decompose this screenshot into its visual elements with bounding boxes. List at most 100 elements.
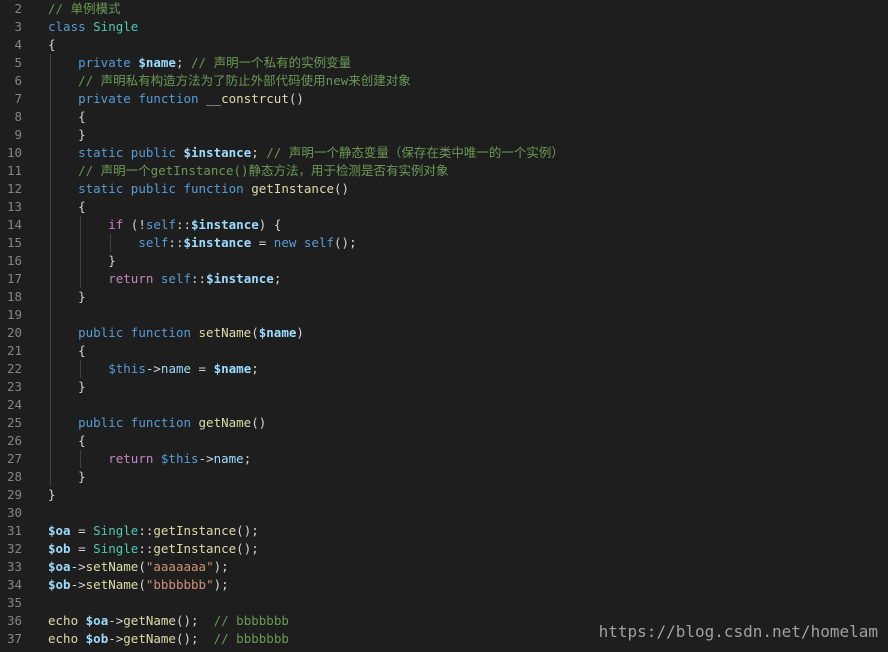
code-text: { xyxy=(48,342,86,360)
code-line[interactable]: 17 return self::$instance; xyxy=(0,270,888,288)
line-number: 33 xyxy=(6,559,22,574)
code-line[interactable]: 24 xyxy=(0,396,888,414)
code-text: $ob->setName("bbbbbbb"); xyxy=(48,576,229,594)
code-line[interactable]: 3 class Single xyxy=(0,18,888,36)
line-number: 5 xyxy=(14,55,22,70)
code-line[interactable]: 29} xyxy=(0,486,888,504)
code-token: ); xyxy=(213,577,229,592)
line-number: 28 xyxy=(6,469,22,484)
code-line[interactable]: 25 public function getName() xyxy=(0,414,888,432)
code-token: $oa xyxy=(48,523,71,538)
code-token: ( xyxy=(138,577,146,592)
code-token: __constrcut xyxy=(206,91,289,106)
code-token: $instance xyxy=(183,145,252,160)
code-line[interactable]: 33 $oa->setName("aaaaaaa"); xyxy=(0,558,888,576)
code-line[interactable]: 36 echo $oa->getName(); // bbbbbbb xyxy=(0,612,888,630)
code-line[interactable]: 5 private $name; // 声明一个私有的实例变量 xyxy=(0,54,888,72)
code-line[interactable]: 4{ xyxy=(0,36,888,54)
code-line[interactable]: 26 { xyxy=(0,432,888,450)
code-token: $ob xyxy=(48,577,71,592)
code-token: $instance xyxy=(206,271,274,286)
code-line[interactable]: 14 if (!self::$instance) { xyxy=(0,216,888,234)
code-text: } xyxy=(48,468,86,486)
code-token: } xyxy=(48,487,56,502)
code-line[interactable]: 37 echo $ob->getName(); // bbbbbbb xyxy=(0,630,888,648)
code-text: { xyxy=(48,36,56,54)
code-token: = xyxy=(70,541,94,556)
code-token: :: xyxy=(191,271,207,286)
code-line[interactable]: 30 xyxy=(0,504,888,522)
code-text: return $this->name; xyxy=(48,450,251,468)
code-token: $ob xyxy=(85,631,109,646)
code-line[interactable]: 16 } xyxy=(0,252,888,270)
code-line[interactable]: 34 $ob->setName("bbbbbbb"); xyxy=(0,576,888,594)
code-token: Single xyxy=(93,523,139,538)
code-text: $ob = Single::getInstance(); xyxy=(48,540,259,558)
code-token: :: xyxy=(168,235,184,250)
code-token: -> xyxy=(70,577,86,592)
code-token: self xyxy=(145,217,176,232)
code-token: { xyxy=(48,433,86,448)
code-token: = xyxy=(70,523,94,538)
code-token: $instance xyxy=(183,235,252,250)
code-token: $ob xyxy=(48,541,71,556)
code-token: name xyxy=(213,451,244,466)
code-token: -> xyxy=(108,613,124,628)
code-text: // 声明一个getInstance()静态方法，用于检测是否有实例对象 xyxy=(48,162,448,180)
code-token: -> xyxy=(70,559,86,574)
code-text: private function __constrcut() xyxy=(48,90,304,108)
line-number: 14 xyxy=(6,217,22,232)
code-token: (); xyxy=(236,541,259,556)
code-line[interactable]: 20 public function setName($name) xyxy=(0,324,888,342)
code-line[interactable]: 28 } xyxy=(0,468,888,486)
code-token: public xyxy=(78,415,131,430)
code-line[interactable]: 32 $ob = Single::getInstance(); xyxy=(0,540,888,558)
code-line[interactable]: 18 } xyxy=(0,288,888,306)
code-token: $this xyxy=(160,451,199,466)
code-line[interactable]: 35 xyxy=(0,594,888,612)
code-line[interactable]: 31 $oa = Single::getInstance(); xyxy=(0,522,888,540)
code-token: $name xyxy=(213,361,252,376)
code-token: class xyxy=(48,19,94,34)
code-text: return self::$instance; xyxy=(48,270,281,288)
code-text: public function setName($name) xyxy=(48,324,304,342)
code-line[interactable]: 8 { xyxy=(0,108,888,126)
code-line[interactable]: 27 return $this->name; xyxy=(0,450,888,468)
code-line[interactable]: 9 } xyxy=(0,126,888,144)
code-text: } xyxy=(48,288,86,306)
code-token: self xyxy=(303,235,335,250)
code-token: setName xyxy=(85,559,139,574)
code-line[interactable]: 22 $this->name = $name; xyxy=(0,360,888,378)
code-line[interactable]: 6 // 声明私有构造方法为了防止外部代码使用new来创建对象 xyxy=(0,72,888,90)
code-token: ; xyxy=(251,361,259,376)
code-line[interactable]: 15 self::$instance = new self(); xyxy=(0,234,888,252)
code-token: :: xyxy=(138,541,154,556)
code-token: { xyxy=(48,343,86,358)
code-text: self::$instance = new self(); xyxy=(48,234,357,252)
code-token: // 单例模式 xyxy=(48,1,121,16)
line-number: 7 xyxy=(14,91,22,106)
code-text: { xyxy=(48,198,86,216)
line-number: 18 xyxy=(6,289,22,304)
code-line[interactable]: 12 static public function getInstance() xyxy=(0,180,888,198)
code-line[interactable]: 11 // 声明一个getInstance()静态方法，用于检测是否有实例对象 xyxy=(0,162,888,180)
line-number: 35 xyxy=(6,595,22,610)
code-line[interactable]: 19 xyxy=(0,306,888,324)
code-token: // 声明一个私有的实例变量 xyxy=(191,55,352,70)
code-line[interactable]: 23 } xyxy=(0,378,888,396)
code-line[interactable]: 21 { xyxy=(0,342,888,360)
line-number: 9 xyxy=(14,127,22,142)
line-number: 31 xyxy=(6,523,22,538)
code-editor[interactable]: https://blog.csdn.net/homelam 2// 单例模式 3 c… xyxy=(0,0,888,652)
code-token: return xyxy=(108,451,161,466)
code-token: (); xyxy=(334,235,357,250)
code-line[interactable]: 2 // 单例模式 xyxy=(0,0,888,18)
code-line[interactable]: 7 private function __constrcut() xyxy=(0,90,888,108)
code-text: // 单例模式 xyxy=(48,0,121,18)
code-text: class Single xyxy=(48,18,138,36)
line-number: 19 xyxy=(6,307,22,322)
code-line[interactable]: 13 { xyxy=(0,198,888,216)
code-line[interactable]: 10 static public $instance; // 声明一个静态变量（… xyxy=(0,144,888,162)
